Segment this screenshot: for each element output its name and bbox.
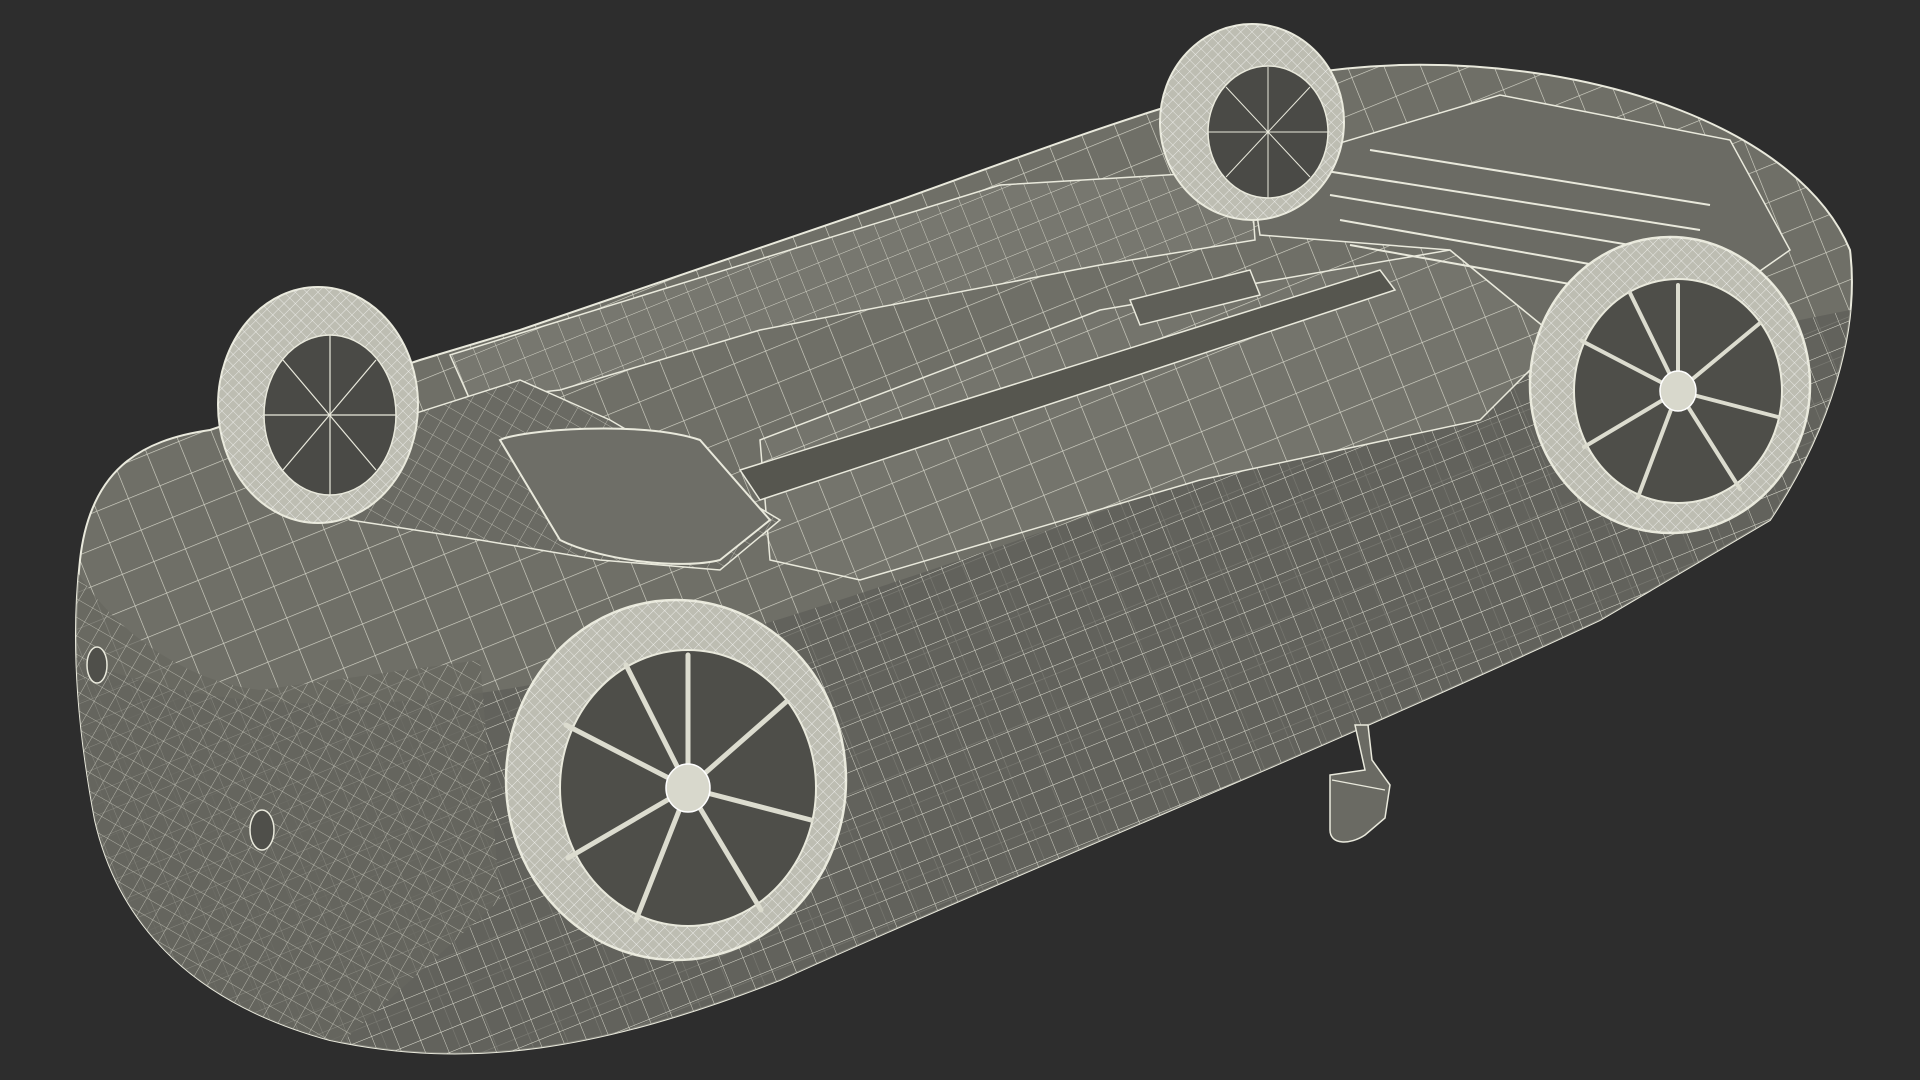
- headlight-left: [86, 646, 108, 684]
- side-mirror: [1329, 724, 1391, 843]
- wheel-rear-left: [1159, 23, 1345, 221]
- wireframe-car-render: [74, 23, 1853, 1055]
- render-viewport: [0, 0, 1920, 1080]
- headlight-right: [249, 809, 275, 851]
- wheel-front-right: [504, 598, 848, 962]
- wheel-rear-right: [1528, 235, 1812, 535]
- wheel-front-left: [217, 286, 419, 524]
